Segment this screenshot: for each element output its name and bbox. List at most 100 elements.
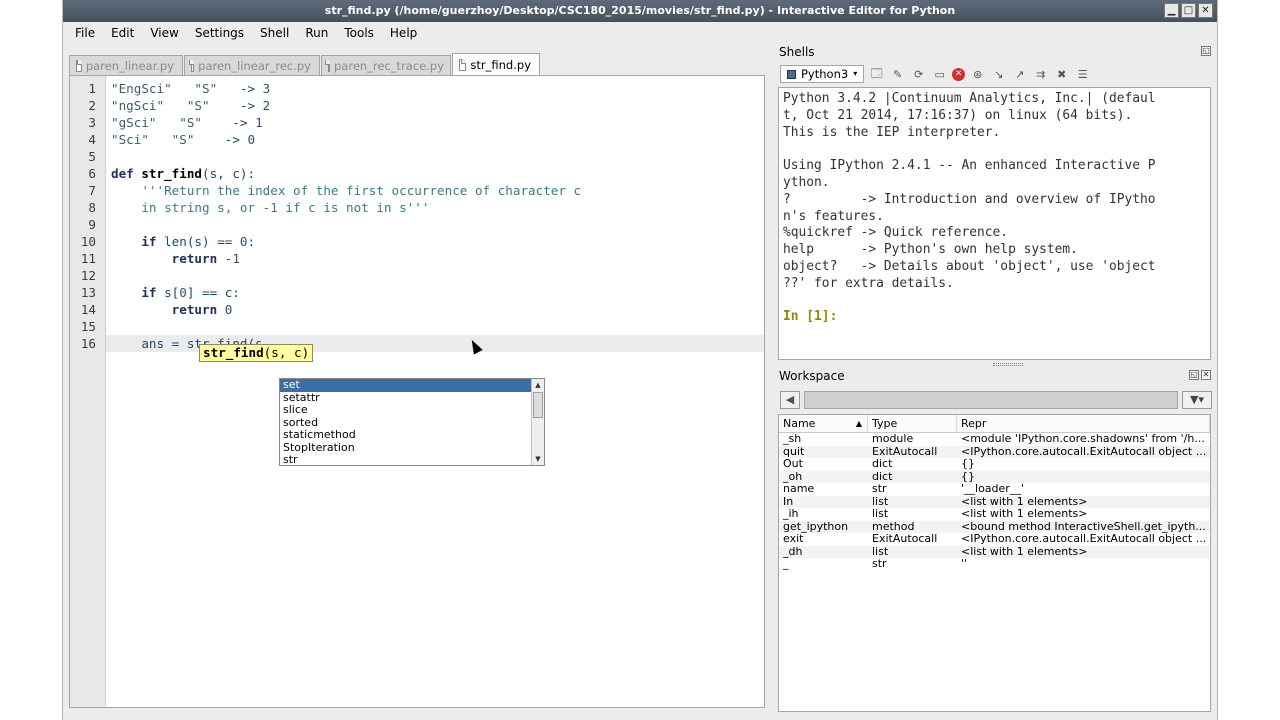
code-area[interactable]: 1 "EngSci" "S" -> 3 2 "ngSci" "S" -> 2 3 "gSc…: [81, 80, 764, 352]
var-type: method: [872, 520, 915, 533]
var-name: name: [783, 483, 815, 495]
var-repr: <list with 1 elements>: [961, 495, 1088, 508]
var-name: _: [783, 558, 789, 570]
column-repr-header[interactable]: Repr: [957, 415, 1210, 432]
clear-icon[interactable]: ▭: [931, 66, 948, 83]
line-number: 5: [88, 149, 96, 164]
code-line[interactable]: 3 "gSci" "S" -> 1: [88, 114, 764, 131]
table-row[interactable]: _dh list <list with 1 elements>: [779, 545, 1210, 558]
autocomplete-item[interactable]: slice: [280, 403, 544, 417]
tab-paren-linear-rec[interactable]: paren_linear_rec.py: [184, 55, 320, 75]
shell-output-line: This is the IEP interpreter.: [783, 124, 1001, 140]
code-line[interactable]: 5: [88, 148, 764, 165]
autocomplete-scrollbar[interactable]: ▲ ▼: [531, 379, 544, 465]
autocomplete-item[interactable]: staticmethod: [280, 428, 544, 442]
debug-icon[interactable]: ⊛: [969, 66, 986, 83]
minimize-button[interactable]: ▁: [1164, 3, 1179, 18]
table-row[interactable]: get_ipython method <bound method Interacti…: [779, 520, 1210, 533]
code-line[interactable]: 2 "ngSci" "S" -> 2: [88, 97, 764, 114]
autocomplete-item[interactable]: set: [280, 378, 544, 392]
table-row[interactable]: Out dict {}: [779, 458, 1210, 471]
workspace-title-label: Workspace: [779, 369, 845, 383]
code-editor[interactable]: 1 "EngSci" "S" -> 3 2 "ngSci" "S" -> 2 3 "gSc…: [69, 75, 765, 708]
line-text: "Sci" "S" -> 0: [111, 132, 256, 147]
code-line[interactable]: 14 return 0: [81, 301, 764, 318]
undock-icon[interactable]: ◱: [1201, 46, 1211, 56]
table-row[interactable]: _oh dict {}: [779, 470, 1210, 483]
table-row[interactable]: _ str '': [779, 558, 1210, 571]
tab-paren-linear[interactable]: paren_linear.py: [69, 55, 183, 75]
back-arrow-icon[interactable]: ◀: [780, 391, 800, 409]
new-shell-icon[interactable]: 🗔: [868, 66, 885, 83]
terminate-icon[interactable]: ✕: [952, 67, 966, 81]
tab-str-find[interactable]: str_find.py: [452, 53, 540, 75]
autocomplete-list[interactable]: set setattr slice sorted staticmethod StopIte…: [279, 378, 545, 466]
line-text: return 0: [171, 302, 233, 317]
undock-icon[interactable]: ◱: [1189, 370, 1199, 380]
workspace-header: Name ▲ Type Repr: [779, 415, 1210, 433]
scroll-down-icon[interactable]: ▼: [532, 453, 544, 465]
close-button[interactable]: ✕: [1198, 3, 1213, 18]
autocomplete-item[interactable]: StopIteration: [280, 441, 544, 455]
var-type: ExitAutocall: [872, 445, 938, 458]
filter-icon[interactable]: ▼▾: [1182, 391, 1212, 409]
menu-file[interactable]: File: [67, 22, 103, 44]
stack-icon[interactable]: ☰: [1074, 66, 1091, 83]
maximize-button[interactable]: □: [1181, 3, 1196, 18]
workspace-path-field[interactable]: [804, 391, 1178, 409]
close-icon[interactable]: ✕: [1201, 370, 1211, 380]
code-line[interactable]: 15: [81, 318, 764, 335]
menu-help[interactable]: Help: [382, 22, 425, 44]
column-name-header[interactable]: Name ▲: [779, 415, 868, 432]
code-line[interactable]: 4 "Sci" "S" -> 0: [88, 131, 764, 148]
table-row[interactable]: exit ExitAutocall <IPython.core.autocall.E…: [779, 533, 1210, 546]
step-into-icon[interactable]: ↘: [990, 66, 1007, 83]
autocomplete-item[interactable]: str: [280, 453, 544, 467]
table-row[interactable]: _ih list <list with 1 elements>: [779, 508, 1210, 521]
menu-shell[interactable]: Shell: [252, 22, 297, 44]
code-line[interactable]: 10 if len(s) == 0:: [81, 233, 764, 250]
edit-config-icon[interactable]: ✎: [889, 66, 906, 83]
table-row[interactable]: _sh module <module 'IPython.core.shadowns'…: [779, 433, 1210, 446]
table-row[interactable]: In list <list with 1 elements>: [779, 495, 1210, 508]
pane-splitter[interactable]: [993, 363, 1023, 366]
column-type-header[interactable]: Type: [868, 415, 957, 432]
table-row[interactable]: quit ExitAutocall <IPython.core.autocall.E…: [779, 445, 1210, 458]
code-line[interactable]: 6 def str_find(s, c):: [88, 165, 764, 182]
shell-prompt[interactable]: In [1]:: [783, 309, 1206, 326]
tab-paren-rec-trace[interactable]: paren_rec_trace.py: [321, 55, 451, 75]
code-line[interactable]: 11 return -1: [81, 250, 764, 267]
calltip-function: str_find: [203, 345, 264, 360]
table-row[interactable]: name str '__loader__': [779, 483, 1210, 496]
menu-view[interactable]: View: [142, 22, 186, 44]
stop-debug-icon[interactable]: ✖: [1053, 66, 1070, 83]
step-out-icon[interactable]: ⇉: [1032, 66, 1049, 83]
menu-run[interactable]: Run: [297, 22, 336, 44]
autocomplete-item[interactable]: setattr: [280, 391, 544, 405]
step-over-icon[interactable]: ↗: [1011, 66, 1028, 83]
menu-edit[interactable]: Edit: [103, 22, 142, 44]
chevron-down-icon[interactable]: ▾: [853, 66, 857, 82]
code-line[interactable]: 13 if s[0] == c:: [81, 284, 764, 301]
var-name: get_ipython: [783, 520, 849, 533]
line-text: '''Return the index of the first occurre…: [141, 183, 582, 198]
menu-tools[interactable]: Tools: [336, 22, 382, 44]
var-name: In: [783, 495, 794, 508]
code-line[interactable]: 1 "EngSci" "S" -> 3: [88, 80, 764, 97]
var-type: ExitAutocall: [872, 533, 938, 545]
code-line[interactable]: 12: [81, 267, 764, 284]
code-line[interactable]: 9: [88, 216, 764, 233]
shell-tab-python3[interactable]: Python3 ▾: [780, 65, 865, 83]
code-line[interactable]: 7 '''Return the index of the first occur…: [88, 182, 764, 199]
var-name: _ih: [783, 508, 799, 520]
line-number: 4: [88, 132, 96, 147]
var-type: dict: [872, 458, 893, 470]
menu-settings[interactable]: Settings: [187, 22, 252, 44]
scrollbar-thumb[interactable]: [533, 392, 543, 418]
code-line[interactable]: 8 in string s, or -1 if c is not in s''': [88, 199, 764, 216]
shell-output-line: n's features.: [783, 208, 884, 224]
scroll-up-icon[interactable]: ▲: [532, 379, 544, 391]
restart-icon[interactable]: ⟳: [910, 66, 927, 83]
shell-output[interactable]: Python 3.4.2 |Continuum Analytics, Inc.|…: [778, 87, 1211, 360]
line-text: if len(s) == 0:: [141, 234, 256, 249]
